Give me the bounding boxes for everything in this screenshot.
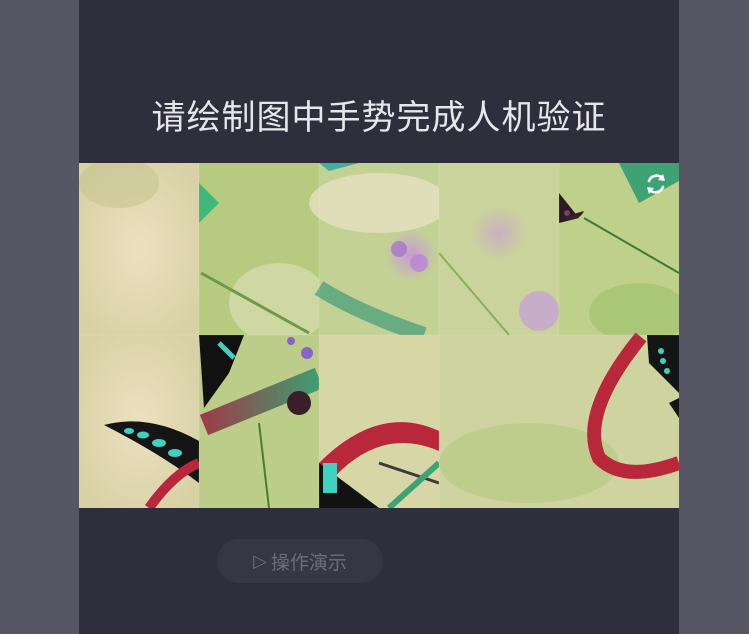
tile-r2-c2 <box>199 335 324 508</box>
refresh-icon[interactable] <box>641 169 671 199</box>
captcha-title: 请绘制图中手势完成人机验证 <box>151 98 607 138</box>
tile-r2-c1 <box>79 335 202 508</box>
tile-r1-c4 <box>438 163 559 336</box>
captcha-scene <box>79 163 679 508</box>
tile-r2-c3 <box>319 335 442 508</box>
tile-r1-c2 <box>199 163 329 343</box>
demo-button-label: 操作演示 <box>270 551 347 574</box>
tile-r1-c1 <box>79 163 199 335</box>
tile-r1-c3 <box>309 163 449 343</box>
captcha-image-area[interactable] <box>79 163 679 508</box>
demo-button[interactable]: ▷ 操作演示 <box>217 539 383 583</box>
tile-r2-c4 <box>439 332 679 508</box>
captcha-panel: 请绘制图中手势完成人机验证 <box>79 0 679 634</box>
play-icon: ▷ <box>253 550 267 572</box>
